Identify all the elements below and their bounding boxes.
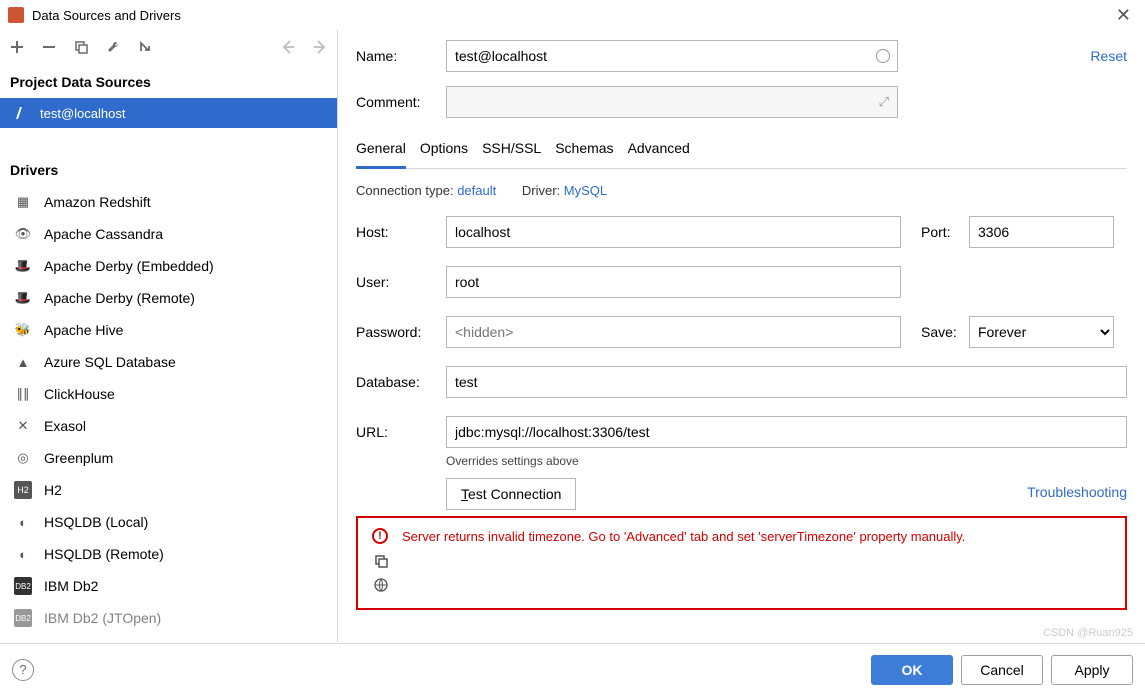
db2-icon: DB2 (14, 577, 32, 595)
troubleshooting-link[interactable]: Troubleshooting (1027, 478, 1127, 500)
driver-item-hsqldb-local[interactable]: ◐HSQLDB (Local) (0, 506, 337, 538)
driver-item-azure[interactable]: ▲Azure SQL Database (0, 346, 337, 378)
name-label: Name: (356, 48, 446, 64)
hive-icon: 🐝 (14, 321, 32, 339)
comment-input[interactable]: ⤢ (446, 86, 898, 118)
footer: ? OK Cancel Apply (0, 643, 1145, 695)
app-icon (8, 7, 24, 23)
driver-item-greenplum[interactable]: ◎Greenplum (0, 442, 337, 474)
greenplum-icon: ◎ (14, 449, 32, 467)
url-input[interactable] (446, 416, 1127, 448)
driver-label: Driver: (522, 183, 560, 198)
copy-error-icon[interactable] (374, 554, 390, 570)
error-text: Server returns invalid timezone. Go to '… (402, 529, 965, 544)
comment-label: Comment: (356, 94, 446, 110)
azure-icon: ▲ (14, 353, 32, 371)
connection-type-label: Connection type: (356, 183, 454, 198)
password-label: Password: (356, 324, 446, 340)
exasol-icon: ✕ (14, 417, 32, 435)
cancel-button[interactable]: Cancel (961, 655, 1043, 685)
driver-item-derby-embedded[interactable]: 🎩Apache Derby (Embedded) (0, 250, 337, 282)
db2-icon: DB2 (14, 609, 32, 627)
clear-icon[interactable] (876, 49, 890, 63)
database-label: Database: (356, 374, 446, 390)
driver-item-db2[interactable]: DB2IBM Db2 (0, 570, 337, 602)
driver-item-derby-remote[interactable]: 🎩Apache Derby (Remote) (0, 282, 337, 314)
sidebar-toolbar (0, 30, 337, 64)
apply-button[interactable]: Apply (1051, 655, 1133, 685)
driver-item-exasol[interactable]: ✕Exasol (0, 410, 337, 442)
driver-item-hsqldb-remote[interactable]: ◐HSQLDB (Remote) (0, 538, 337, 570)
port-label: Port: (921, 224, 969, 240)
host-label: Host: (356, 224, 446, 240)
host-input[interactable] (446, 216, 901, 248)
data-source-item[interactable]: test@localhost (0, 98, 337, 128)
h2-icon: H2 (14, 481, 32, 499)
window-title: Data Sources and Drivers (32, 8, 181, 23)
back-icon[interactable] (279, 38, 297, 56)
data-source-label: test@localhost (40, 106, 125, 121)
add-icon[interactable] (8, 38, 26, 56)
close-icon[interactable]: ✕ (1110, 5, 1137, 26)
user-input[interactable] (446, 266, 901, 298)
error-panel: ! Server returns invalid timezone. Go to… (356, 516, 1127, 610)
tabs: General Options SSH/SSL Schemas Advanced (356, 132, 1127, 169)
clickhouse-icon: ∥∥ (14, 385, 32, 403)
driver-item-cassandra[interactable]: 👁Apache Cassandra (0, 218, 337, 250)
url-label: URL: (356, 424, 446, 440)
name-input[interactable] (446, 40, 898, 72)
error-icon: ! (372, 528, 388, 544)
project-data-sources-header: Project Data Sources (0, 64, 337, 98)
driver-item-db2-jtopen[interactable]: DB2IBM Db2 (JTOpen) (0, 602, 337, 634)
drivers-header: Drivers (0, 152, 337, 186)
driver-item-clickhouse[interactable]: ∥∥ClickHouse (0, 378, 337, 410)
globe-icon[interactable] (374, 578, 390, 594)
remove-icon[interactable] (40, 38, 58, 56)
ok-button[interactable]: OK (871, 655, 953, 685)
tab-options[interactable]: Options (420, 132, 468, 168)
database-input[interactable] (446, 366, 1127, 398)
database-icon (14, 105, 30, 121)
test-connection-button[interactable]: TTest Connectionest Connection (446, 478, 576, 510)
drivers-list: ▦Amazon Redshift 👁Apache Cassandra 🎩Apac… (0, 186, 337, 642)
wrench-icon[interactable] (104, 38, 122, 56)
derby-icon: 🎩 (14, 257, 32, 275)
tab-general[interactable]: General (356, 132, 406, 169)
tab-schemas[interactable]: Schemas (555, 132, 613, 168)
hsqldb-icon: ◐ (14, 513, 32, 531)
connection-info: Connection type: default Driver: MySQL (356, 183, 1127, 198)
sidebar: Project Data Sources test@localhost Driv… (0, 30, 338, 642)
derby-icon: 🎩 (14, 289, 32, 307)
copy-icon[interactable] (72, 38, 90, 56)
url-hint: Overrides settings above (446, 454, 1127, 468)
password-input[interactable] (446, 316, 901, 348)
hsqldb-icon: ◐ (14, 545, 32, 563)
driver-item-hive[interactable]: 🐝Apache Hive (0, 314, 337, 346)
port-input[interactable] (969, 216, 1114, 248)
tab-advanced[interactable]: Advanced (628, 132, 690, 168)
driver-link[interactable]: MySQL (564, 183, 607, 198)
reset-link[interactable]: Reset (1090, 48, 1127, 64)
save-label: Save: (921, 324, 969, 340)
reset-icon[interactable] (136, 38, 154, 56)
help-icon[interactable]: ? (12, 659, 34, 681)
driver-item-h2[interactable]: H2H2 (0, 474, 337, 506)
cassandra-icon: 👁 (14, 225, 32, 243)
user-label: User: (356, 274, 446, 290)
titlebar: Data Sources and Drivers ✕ (0, 0, 1145, 30)
redshift-icon: ▦ (14, 193, 32, 211)
connection-type-link[interactable]: default (457, 183, 496, 198)
driver-item-amazon-redshift[interactable]: ▦Amazon Redshift (0, 186, 337, 218)
forward-icon[interactable] (311, 38, 329, 56)
main-panel: Name: Reset Comment: ⤢ General Options S… (338, 30, 1145, 642)
save-select[interactable]: Forever (969, 316, 1114, 348)
tab-ssh-ssl[interactable]: SSH/SSL (482, 132, 541, 168)
expand-icon[interactable]: ⤢ (879, 94, 889, 110)
